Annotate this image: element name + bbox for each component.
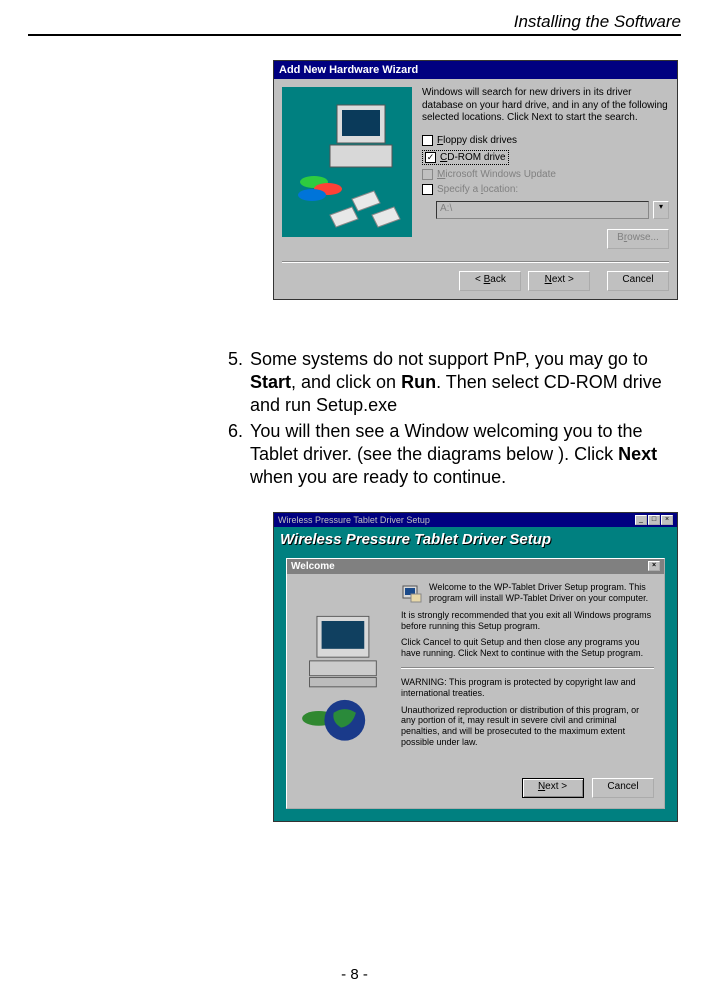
- floppy-checkbox-row[interactable]: FFloppy disk drivesloppy disk drives: [422, 135, 669, 146]
- cdrom-label: CD-ROM drive: [440, 152, 506, 163]
- next-button[interactable]: Next >: [528, 271, 590, 291]
- welcome-banner: Wireless Pressure Tablet Driver Setup: [274, 527, 677, 548]
- cancel-button[interactable]: Cancel: [607, 271, 669, 291]
- welcome-main: Welcome ×: [274, 548, 677, 821]
- welcome-right-text: Welcome to the WP-Tablet Driver Setup pr…: [397, 574, 664, 770]
- specify-label: Specify a location:: [437, 184, 518, 195]
- header-rule: [28, 34, 681, 36]
- page-header-title: Installing the Software: [28, 12, 681, 32]
- page-footer: - 8 -: [0, 966, 709, 983]
- instruction-5-body: Some systems do not support PnP, you may…: [250, 348, 681, 418]
- wizard-intro-text: Windows will search for new drivers in i…: [422, 87, 669, 125]
- instruction-5-number: 5.: [228, 348, 250, 418]
- instr5-bold1: Start: [250, 372, 291, 392]
- minimize-icon[interactable]: _: [635, 515, 647, 525]
- instr6-text1: You will then see a Window welcoming you…: [250, 421, 643, 464]
- welcome-cancel-button[interactable]: Cancel: [592, 778, 654, 798]
- instr5-bold2: Run: [401, 372, 436, 392]
- welcome-outer-titlebar: Wireless Pressure Tablet Driver Setup _ …: [274, 513, 677, 527]
- welcome-button-row: Next > Next > Cancel: [287, 770, 664, 808]
- welcome-p2: It is strongly recommended that you exit…: [401, 610, 654, 632]
- winupdate-checkbox-row: Microsoft Windows Update: [422, 169, 669, 180]
- welcome-close-icon[interactable]: ×: [648, 561, 660, 571]
- instruction-5: 5. Some systems do not support PnP, you …: [228, 348, 681, 418]
- winupdate-label: Microsoft Windows Update: [437, 169, 556, 180]
- wizard-right-panel: Windows will search for new drivers in i…: [422, 87, 669, 249]
- wizard-separator: [282, 261, 669, 263]
- browse-row: Browse... Browse...: [422, 229, 669, 249]
- floppy-label: FFloppy disk drivesloppy disk drives: [437, 135, 517, 146]
- maximize-icon[interactable]: □: [648, 515, 660, 525]
- welcome-p4: WARNING: This program is protected by co…: [401, 677, 654, 699]
- instruction-block: 5. Some systems do not support PnP, you …: [228, 348, 681, 490]
- wizard-body: Windows will search for new drivers in i…: [274, 79, 677, 299]
- location-input[interactable]: A:\: [436, 201, 649, 219]
- wizard-titlebar: Add New Hardware Wizard: [274, 61, 677, 79]
- welcome-setup-figure: Wireless Pressure Tablet Driver Setup _ …: [273, 512, 678, 822]
- welcome-dialog-title-text: Welcome: [291, 561, 335, 572]
- wizard-content: Windows will search for new drivers in i…: [282, 87, 669, 255]
- welcome-p1: Welcome to the WP-Tablet Driver Setup pr…: [429, 582, 654, 604]
- cdrom-checkbox-row[interactable]: ✓ CD-ROM drive: [422, 150, 509, 165]
- welcome-banner-text: Wireless Pressure Tablet Driver Setup: [280, 531, 671, 548]
- location-dropdown-button[interactable]: ▾: [653, 201, 669, 219]
- computer-globe-icon: [291, 582, 393, 762]
- close-icon[interactable]: ×: [661, 515, 673, 525]
- computer-hardware-icon: [282, 87, 412, 237]
- welcome-left-image: [287, 574, 397, 770]
- instr5-text2: , and click on: [291, 372, 401, 392]
- instr5-text1: Some systems do not support PnP, you may…: [250, 349, 648, 369]
- welcome-next-button[interactable]: Next >: [522, 778, 584, 798]
- setup-icon: [401, 582, 423, 604]
- instruction-6-body: You will then see a Window welcoming you…: [250, 420, 681, 490]
- welcome-dialog-body: Welcome to the WP-Tablet Driver Setup pr…: [287, 574, 664, 770]
- browse-button[interactable]: Browse...: [607, 229, 669, 249]
- welcome-dialog-titlebar: Welcome ×: [287, 559, 664, 574]
- location-row: A:\ ▾: [436, 201, 669, 219]
- floppy-checkbox[interactable]: [422, 135, 433, 146]
- instr6-text2: when you are ready to continue.: [250, 467, 506, 487]
- welcome-p5: Unauthorized reproduction or distributio…: [401, 705, 654, 748]
- welcome-dialog: Welcome ×: [286, 558, 665, 809]
- welcome-intro-row: Welcome to the WP-Tablet Driver Setup pr…: [401, 582, 654, 604]
- page: Installing the Software Add New Hardware…: [0, 0, 709, 995]
- welcome-separator: [401, 667, 654, 669]
- instr6-bold1: Next: [618, 444, 657, 464]
- instruction-6-number: 6.: [228, 420, 250, 490]
- welcome-outer-title-text: Wireless Pressure Tablet Driver Setup: [278, 515, 430, 525]
- wizard-side-image: [282, 87, 412, 237]
- specify-checkbox-row[interactable]: Specify a location:: [422, 184, 669, 195]
- hardware-wizard-figure: Add New Hardware Wizard: [273, 60, 678, 300]
- specify-checkbox[interactable]: [422, 184, 433, 195]
- winupdate-checkbox: [422, 169, 433, 180]
- instruction-6: 6. You will then see a Window welcoming …: [228, 420, 681, 490]
- cdrom-checkbox[interactable]: ✓: [425, 152, 436, 163]
- welcome-p3: Click Cancel to quit Setup and then clos…: [401, 637, 654, 659]
- wizard-button-row: < Back < Back Next > Next > Cancel: [282, 271, 669, 291]
- caption-buttons: _ □ ×: [635, 515, 673, 525]
- back-button[interactable]: < Back: [459, 271, 521, 291]
